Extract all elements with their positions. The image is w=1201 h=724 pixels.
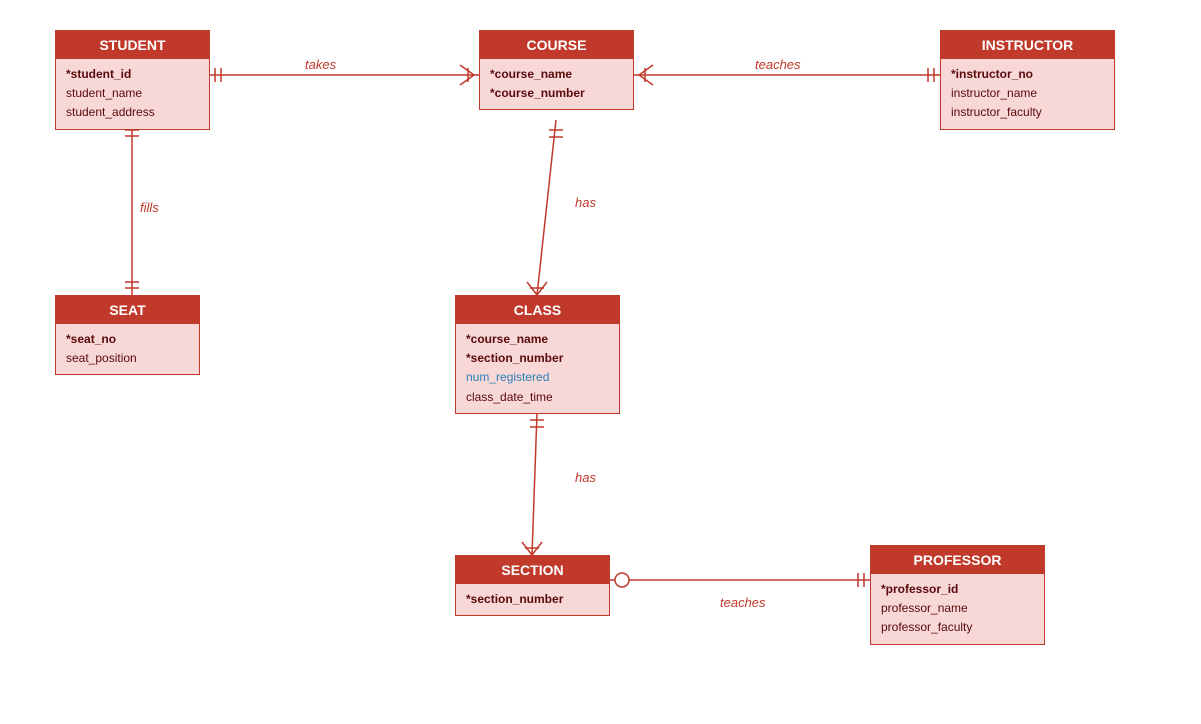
- section-entity: SECTION *section_number: [455, 555, 610, 616]
- section-header: SECTION: [456, 556, 609, 584]
- professor-field-0: *professor_id: [881, 580, 1034, 599]
- instructor-field-0: *instructor_no: [951, 65, 1104, 84]
- course-field-0: *course_name: [490, 65, 623, 84]
- class-field-2: num_registered: [466, 368, 609, 387]
- teaches-instructor-label: teaches: [755, 57, 801, 72]
- seat-body: *seat_no seat_position: [56, 324, 199, 374]
- student-body: *student_id student_name student_address: [56, 59, 209, 129]
- course-field-1: *course_number: [490, 84, 623, 103]
- section-body: *section_number: [456, 584, 609, 615]
- class-field-0: *course_name: [466, 330, 609, 349]
- class-body: *course_name *section_number num_registe…: [456, 324, 619, 413]
- teaches-professor-label: teaches: [720, 595, 766, 610]
- student-field-1: student_name: [66, 84, 199, 103]
- instructor-body: *instructor_no instructor_name instructo…: [941, 59, 1114, 129]
- instructor-field-2: instructor_faculty: [951, 103, 1104, 122]
- has-class-section-label: has: [575, 470, 596, 485]
- class-field-1: *section_number: [466, 349, 609, 368]
- takes-label: takes: [305, 57, 336, 72]
- class-entity: CLASS *course_name *section_number num_r…: [455, 295, 620, 414]
- instructor-header: INSTRUCTOR: [941, 31, 1114, 59]
- seat-field-0: *seat_no: [66, 330, 189, 349]
- course-body: *course_name *course_number: [480, 59, 633, 109]
- has-course-class-label: has: [575, 195, 596, 210]
- class-header: CLASS: [456, 296, 619, 324]
- diagram-container: STUDENT *student_id student_name student…: [0, 0, 1201, 724]
- seat-entity: SEAT *seat_no seat_position: [55, 295, 200, 375]
- seat-header: SEAT: [56, 296, 199, 324]
- seat-field-1: seat_position: [66, 349, 189, 368]
- course-entity: COURSE *course_name *course_number: [479, 30, 634, 110]
- student-entity: STUDENT *student_id student_name student…: [55, 30, 210, 130]
- section-field-0: *section_number: [466, 590, 599, 609]
- class-field-3: class_date_time: [466, 388, 609, 407]
- professor-entity: PROFESSOR *professor_id professor_name p…: [870, 545, 1045, 645]
- professor-body: *professor_id professor_name professor_f…: [871, 574, 1044, 644]
- fills-label: fills: [140, 200, 159, 215]
- student-field-2: student_address: [66, 103, 199, 122]
- student-header: STUDENT: [56, 31, 209, 59]
- instructor-field-1: instructor_name: [951, 84, 1104, 103]
- professor-field-2: professor_faculty: [881, 618, 1034, 637]
- student-field-0: *student_id: [66, 65, 199, 84]
- course-header: COURSE: [480, 31, 633, 59]
- professor-header: PROFESSOR: [871, 546, 1044, 574]
- instructor-entity: INSTRUCTOR *instructor_no instructor_nam…: [940, 30, 1115, 130]
- professor-field-1: professor_name: [881, 599, 1034, 618]
